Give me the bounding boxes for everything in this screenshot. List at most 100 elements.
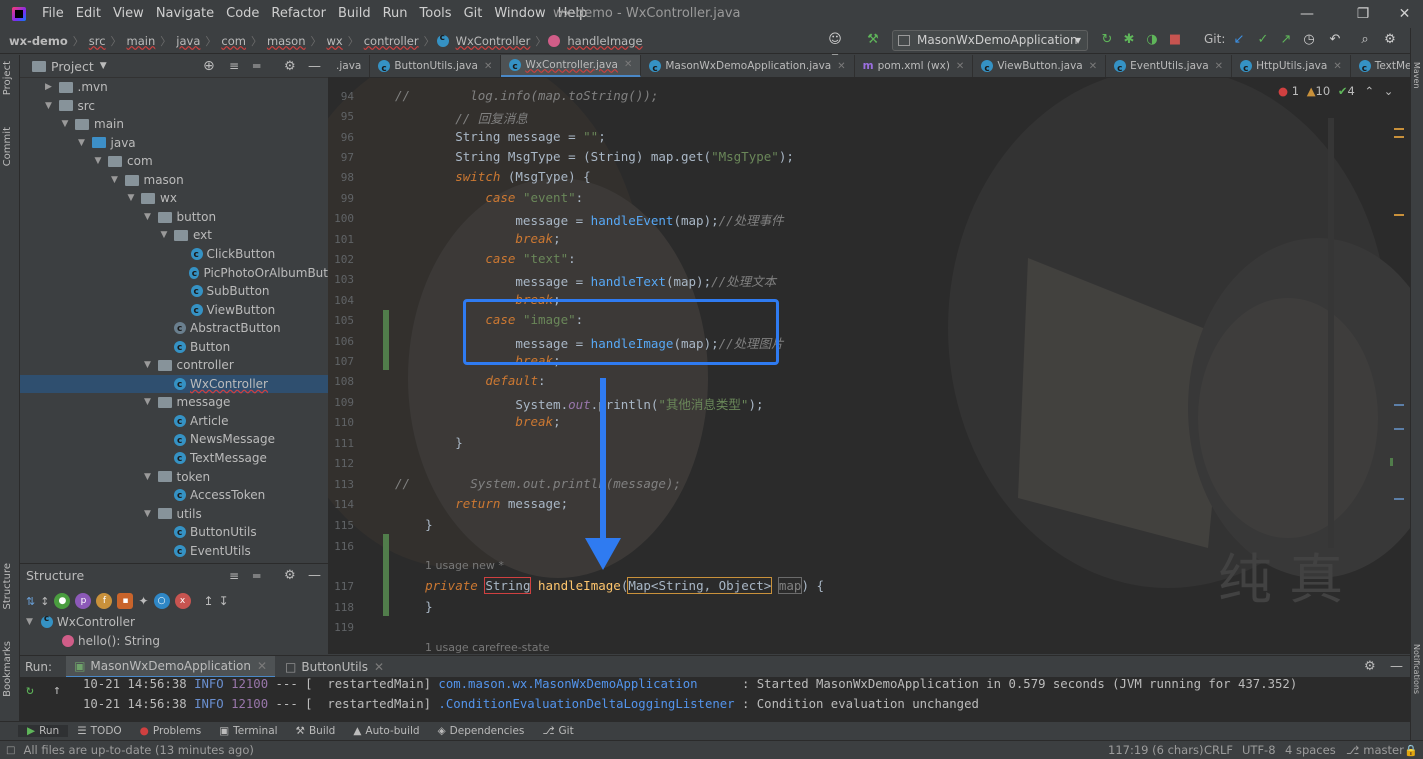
chevron-down-icon[interactable]: ▼ xyxy=(142,505,154,524)
chevron-down-icon[interactable]: ▼ xyxy=(142,468,154,487)
locate-target-icon[interactable]: ⊕ xyxy=(203,58,215,74)
menu-view[interactable]: View xyxy=(107,0,150,28)
scroll-marker[interactable] xyxy=(1394,404,1404,406)
maximize-icon[interactable]: ❐ xyxy=(1340,0,1386,28)
scroll-up-icon[interactable]: ↑ xyxy=(53,683,61,698)
git-branch-widget[interactable]: ⎇ master xyxy=(1346,743,1404,757)
bottom-tab-git[interactable]: ⎇ Git xyxy=(533,725,582,737)
caret-position[interactable]: 117:19 (6 chars) xyxy=(1108,743,1203,757)
scroll-marker[interactable] xyxy=(1394,128,1404,130)
structure-root[interactable]: ▼ WxController xyxy=(26,614,135,629)
tree-node[interactable]: ▼ mason xyxy=(20,171,328,190)
breadcrumb-java[interactable]: java xyxy=(173,34,203,48)
bottom-tab-dependencies[interactable]: ◈ Dependencies xyxy=(429,725,534,737)
breadcrumb-src[interactable]: src xyxy=(86,34,109,48)
chevron-down-icon[interactable]: ▼ xyxy=(100,61,107,71)
structure-panel-title[interactable]: Structure xyxy=(26,568,84,583)
breadcrumb-method[interactable]: handleImage xyxy=(564,34,645,48)
bottom-tab-autobuild[interactable]: ▲ Auto-build xyxy=(344,725,428,737)
hide-panel-icon[interactable]: — xyxy=(308,568,321,583)
sort-visibility-icon[interactable]: ↕ xyxy=(40,595,49,608)
show-anonymous-icon[interactable]: ○ xyxy=(153,593,170,609)
tree-node[interactable]: ▼ wx xyxy=(20,189,328,208)
project-tree[interactable]: ▶ .mvn ▼ src ▼ main ▼ java ▼ com ▼ mason ▼ wx ▼ button ▼… xyxy=(20,78,328,562)
tab-pom[interactable]: m pom.xml (wx) ✕ xyxy=(855,55,974,77)
project-panel-title[interactable]: Project xyxy=(51,59,94,74)
expand-all-icon[interactable]: ≡ xyxy=(229,569,239,583)
bookmarks-tool-tab[interactable]: Bookmarks xyxy=(2,641,13,697)
hide-panel-icon[interactable]: — xyxy=(308,59,321,74)
panel-settings-gear-icon[interactable]: ⚙ xyxy=(1364,659,1376,674)
tab-viewbutton[interactable]: ViewButton.java✕ xyxy=(973,55,1107,77)
chevron-right-icon[interactable]: ▶ xyxy=(43,78,55,97)
tab-partial[interactable]: .java xyxy=(328,55,371,77)
tree-node[interactable]: TextMessage xyxy=(20,449,328,469)
scroll-marker[interactable] xyxy=(1394,214,1404,216)
structure-tool-tab[interactable]: Structure xyxy=(2,563,13,610)
tree-node[interactable]: ▶ .mvn xyxy=(20,78,328,97)
breadcrumb-com[interactable]: com xyxy=(218,34,249,48)
tree-node[interactable]: ButtonUtils xyxy=(20,523,328,543)
chevron-down-icon[interactable]: ▼ xyxy=(142,393,154,412)
scroll-marker[interactable] xyxy=(1390,458,1393,466)
debug-icon[interactable]: ✱ xyxy=(1120,31,1138,49)
history-icon[interactable]: ◷ xyxy=(1300,31,1318,49)
usage-inlay-hint[interactable]: 1 usage carefree-state xyxy=(425,641,550,654)
bottom-tab-problems[interactable]: ● Problems xyxy=(131,725,211,737)
chevron-down-icon[interactable]: ▼ xyxy=(158,226,170,245)
tree-node[interactable]: ▼ utils xyxy=(20,505,328,524)
autoscroll-from-source-icon[interactable]: ↧ xyxy=(219,594,229,608)
close-icon[interactable]: ✕ xyxy=(1386,0,1423,28)
breadcrumb-main[interactable]: main xyxy=(124,34,159,48)
menu-navigate[interactable]: Navigate xyxy=(150,0,220,28)
rerun-icon[interactable]: ↻ xyxy=(1098,31,1116,49)
breadcrumb-mason[interactable]: mason xyxy=(264,34,309,48)
tree-node[interactable]: ▼ com xyxy=(20,152,328,171)
tree-node[interactable]: ▼ controller xyxy=(20,356,328,375)
chevron-down-icon[interactable]: ▼ xyxy=(43,97,55,116)
tab-httputils[interactable]: HttpUtils.java✕ xyxy=(1232,55,1351,77)
menu-run[interactable]: Run xyxy=(377,0,414,28)
inspection-widget[interactable]: ● 1 ▲10 ✔4 ⌃ ⌄ xyxy=(1278,84,1393,98)
collapse-all-icon[interactable]: ═ xyxy=(253,569,260,583)
tree-node[interactable]: ▼ java xyxy=(20,134,328,153)
bottom-tab-run[interactable]: ▶ Run xyxy=(18,725,69,737)
panel-settings-gear-icon[interactable]: ⚙ xyxy=(284,568,296,583)
maven-tool-tab[interactable]: Maven xyxy=(1412,62,1421,89)
tree-node[interactable]: ▼ main xyxy=(20,115,328,134)
coverage-icon[interactable]: ◑ xyxy=(1143,31,1161,49)
line-separator[interactable]: CRLF xyxy=(1204,743,1233,757)
chevron-down-icon[interactable]: ▼ xyxy=(76,134,88,153)
run-tab-buttonutils[interactable]: □ ButtonUtils ✕ xyxy=(285,660,384,674)
breadcrumb-controller[interactable]: controller xyxy=(361,34,422,48)
breadcrumb-wx[interactable]: wx xyxy=(324,34,346,48)
chevron-down-icon[interactable]: ▼ xyxy=(142,356,154,375)
structure-method-item[interactable]: hello(): String xyxy=(62,634,160,648)
collapse-all-icon[interactable]: ═ xyxy=(253,59,260,73)
lock-icon[interactable]: 🔒 xyxy=(1404,744,1418,757)
minimize-icon[interactable]: — xyxy=(1284,0,1330,28)
menu-tools[interactable]: Tools xyxy=(414,0,458,28)
tree-node[interactable]: NewsMessage xyxy=(20,430,328,450)
tree-node[interactable]: SubButton xyxy=(20,282,328,302)
tab-eventutils[interactable]: EventUtils.java✕ xyxy=(1106,55,1233,77)
code-editor[interactable]: 纯 真 94 95 96 97 98 99 100 101 102 103 104 105 106 107… xyxy=(328,78,1410,654)
tree-node[interactable]: Article xyxy=(20,412,328,432)
chevron-down-icon[interactable]: ▼ xyxy=(109,171,121,190)
tree-node[interactable]: Button xyxy=(20,338,328,357)
tab-wxcontroller[interactable]: WxController.java✕ xyxy=(501,55,642,77)
menu-refactor[interactable]: Refactor xyxy=(265,0,332,28)
menu-file[interactable]: File xyxy=(36,0,70,28)
tree-node[interactable]: ViewButton xyxy=(20,301,328,320)
scroll-marker[interactable] xyxy=(1394,428,1404,430)
tree-node[interactable]: ClickButton xyxy=(20,245,328,265)
bottom-tab-build[interactable]: ⚒ Build xyxy=(287,725,345,737)
expand-all-icon[interactable]: ≡ xyxy=(229,59,239,73)
hide-panel-icon[interactable]: — xyxy=(1390,659,1403,674)
run-tab-main[interactable]: ▣ MasonWxDemoApplication ✕ xyxy=(66,655,276,678)
commit-tool-tab[interactable]: Commit xyxy=(2,127,13,166)
tree-node[interactable]: PicPhotoOrAlbumBut xyxy=(20,264,328,283)
indent-setting[interactable]: 4 spaces xyxy=(1285,743,1336,757)
breadcrumb-project[interactable]: wx-demo xyxy=(0,34,71,48)
scroll-marker[interactable] xyxy=(1394,498,1404,500)
